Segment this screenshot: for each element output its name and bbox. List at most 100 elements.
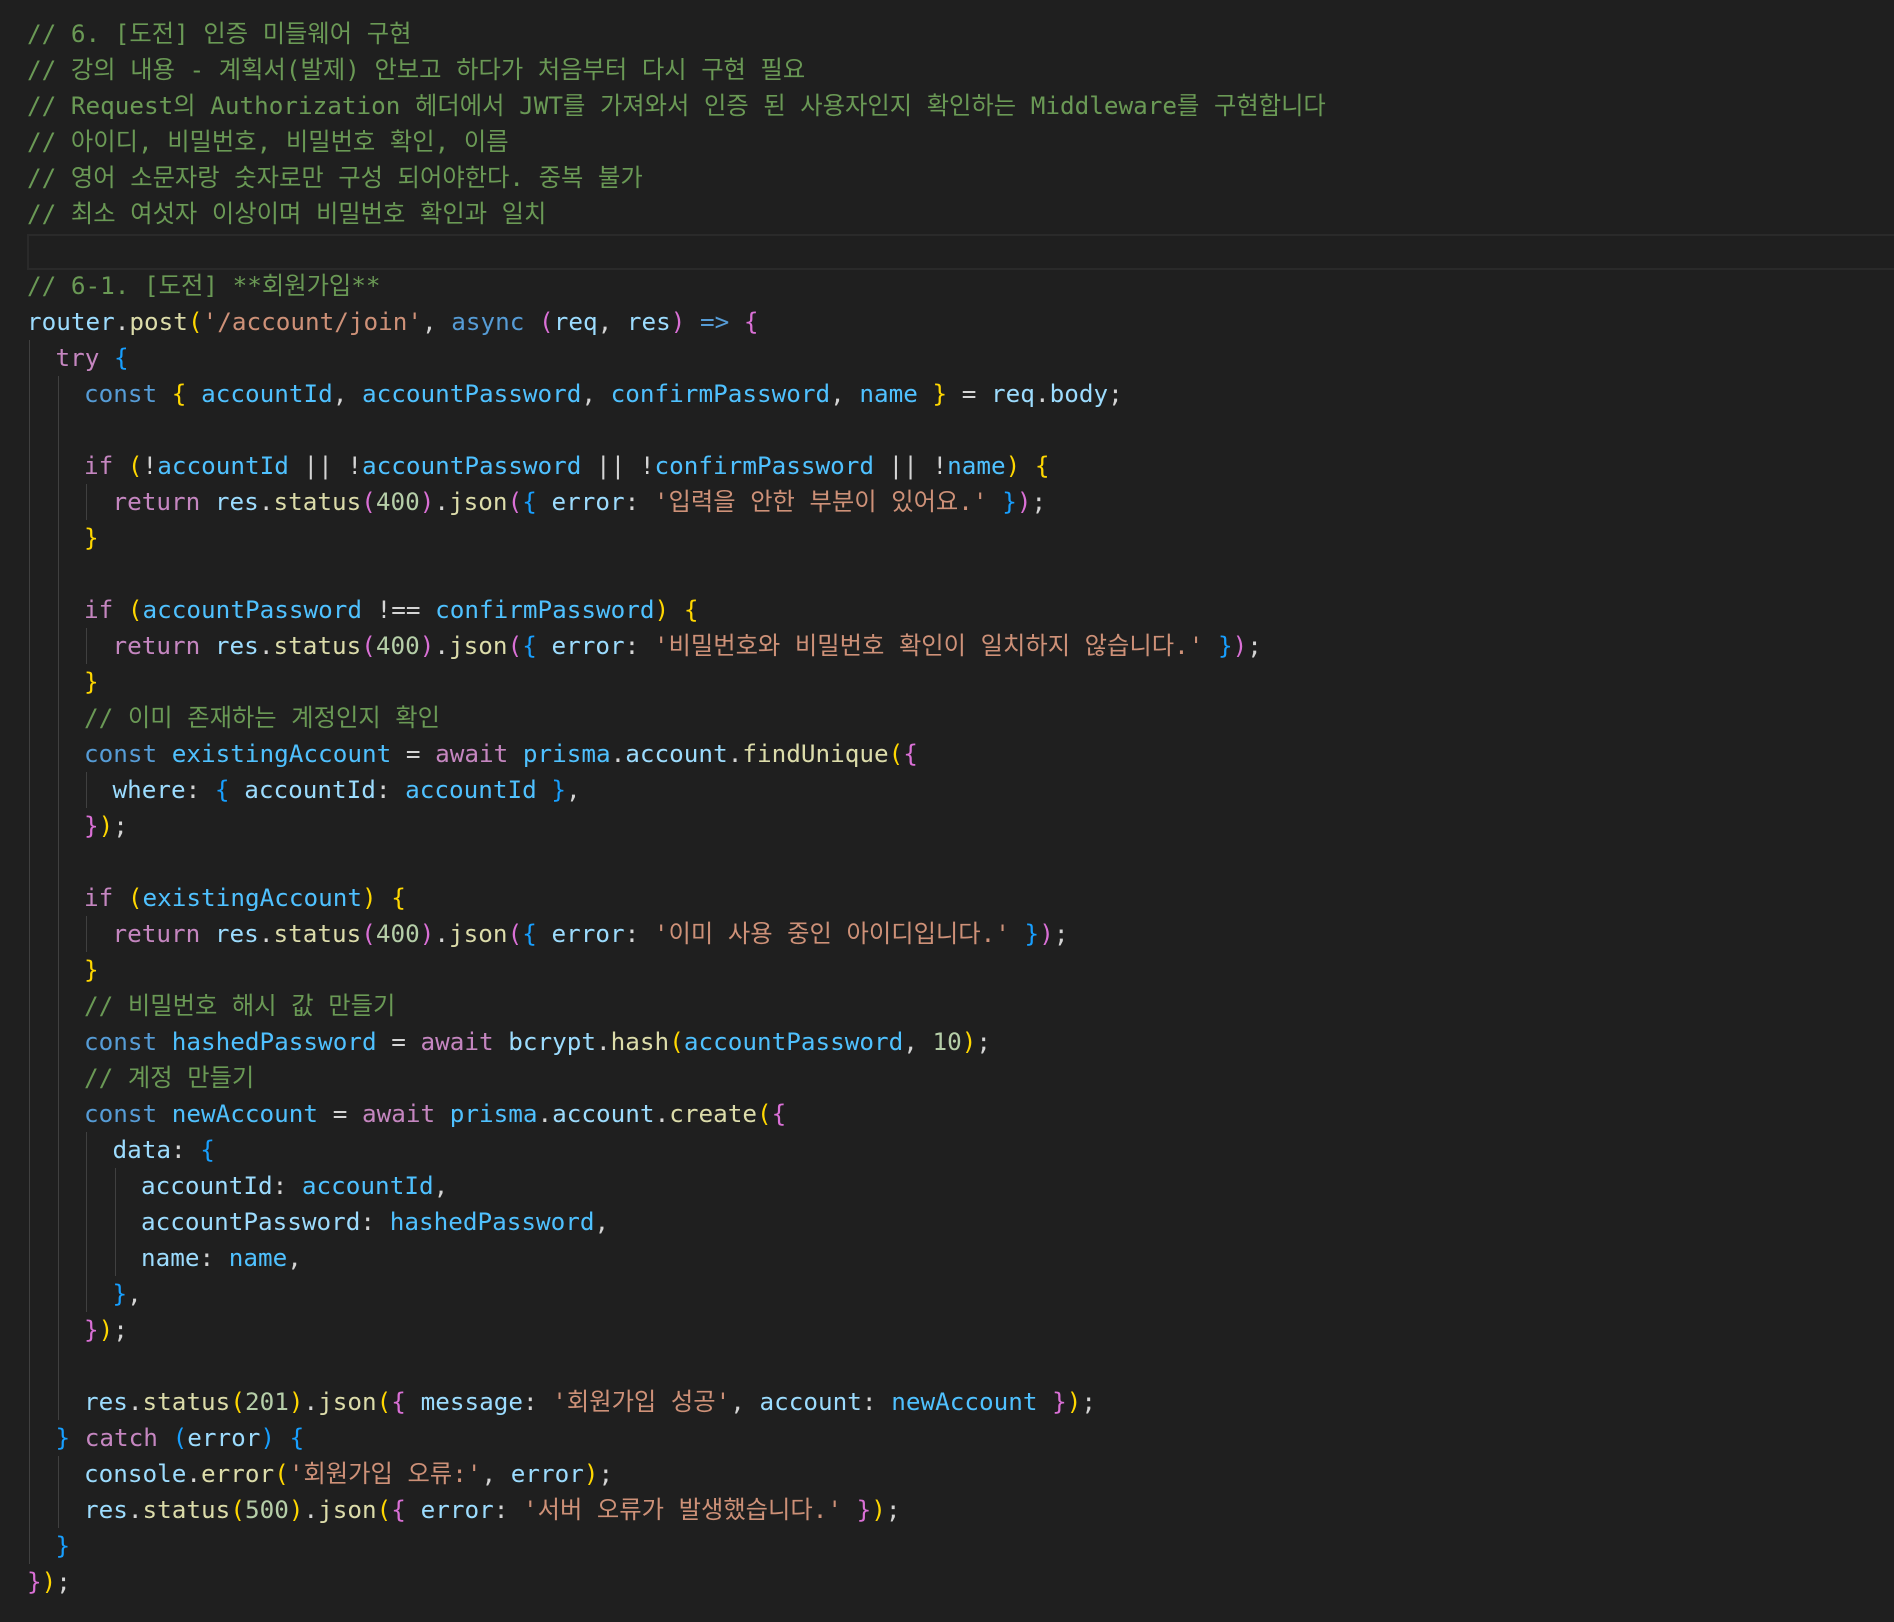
code-line[interactable]: // 아이디, 비밀번호, 비밀번호 확인, 이름 — [0, 124, 509, 160]
code-line[interactable]: if (existingAccount) { — [0, 880, 406, 916]
code-token: status — [142, 1387, 231, 1416]
code-token: } — [932, 379, 948, 408]
code-token: , — [433, 1171, 449, 1200]
code-token: res — [214, 631, 259, 660]
code-token: : — [624, 919, 654, 948]
code-token: body — [1049, 379, 1109, 408]
code-line[interactable]: // 강의 내용 - 계획서(발제) 안보고 하다가 처음부터 다시 구현 필요 — [0, 52, 805, 88]
code-token: ; — [1247, 631, 1262, 660]
code-token: ( — [127, 595, 143, 624]
code-token: status — [273, 487, 362, 516]
code-token: ) — [1016, 487, 1032, 516]
code-editor[interactable]: // 6. [도전] 인증 미들웨어 구현 // 강의 내용 - 계획서(발제) … — [0, 0, 1894, 1622]
code-token: : — [522, 1387, 553, 1416]
code-token: if — [84, 883, 114, 912]
code-token: , — [332, 379, 362, 408]
code-token: router — [27, 307, 115, 336]
code-line[interactable]: data: { — [0, 1132, 215, 1168]
code-line[interactable]: }); — [0, 1312, 128, 1348]
code-token: error — [201, 1459, 275, 1488]
code-line[interactable]: // 영어 소문자랑 숫자로만 구성 되어야한다. 중복 불가 — [0, 160, 643, 196]
code-token: ) — [419, 487, 435, 516]
code-line[interactable]: return res.status(400).json({ error: '비밀… — [0, 628, 1262, 664]
code-line[interactable]: res.status(201).json({ message: '회원가입 성공… — [0, 1384, 1096, 1420]
code-token: accountPassword — [683, 1027, 904, 1056]
code-line[interactable]: } — [0, 664, 99, 700]
code-token: accountPassword — [142, 595, 362, 624]
code-token: ( — [507, 487, 523, 516]
code-line[interactable]: }, — [0, 1276, 142, 1312]
code-line[interactable] — [0, 232, 27, 268]
code-token: , — [287, 1243, 302, 1272]
code-token: . — [303, 1495, 319, 1524]
code-line[interactable]: const newAccount = await prisma.account.… — [0, 1096, 786, 1132]
code-line[interactable]: accountId: accountId, — [0, 1168, 448, 1204]
code-line[interactable]: // 6-1. [도전] **회원가입** — [0, 268, 381, 304]
code-token: } — [112, 1279, 128, 1308]
code-line[interactable]: } — [0, 520, 99, 556]
code-line[interactable]: // 비밀번호 해시 값 만들기 — [0, 988, 395, 1024]
code-token: '회원가입 오류:' — [288, 1459, 482, 1488]
code-line[interactable]: // Request의 Authorization 헤더에서 JWT를 가져와서… — [0, 88, 1326, 124]
code-token: ; — [598, 1459, 614, 1488]
code-line[interactable]: // 최소 여섯자 이상이며 비밀번호 확인과 일치 — [0, 196, 546, 232]
code-line[interactable]: where: { accountId: accountId }, — [0, 772, 581, 808]
code-line[interactable]: accountPassword: hashedPassword, — [0, 1204, 609, 1240]
code-token: // 6. [도전] 인증 미들웨어 구현 — [27, 19, 412, 48]
code-token: accountPassword — [141, 1207, 361, 1236]
code-token: , — [422, 307, 452, 336]
code-token: ( — [274, 1459, 289, 1488]
code-token: : — [493, 1495, 523, 1524]
code-token: : — [861, 1387, 892, 1416]
code-line[interactable]: // 이미 존재하는 계정인지 확인 — [0, 700, 440, 736]
current-line-highlight — [27, 234, 1894, 270]
code-token: } — [856, 1495, 872, 1524]
code-line[interactable]: const hashedPassword = await bcrypt.hash… — [0, 1024, 991, 1060]
code-token: } — [1024, 919, 1040, 948]
code-token: ) — [288, 1495, 304, 1524]
code-line[interactable]: } — [0, 1528, 71, 1564]
code-token: confirmPassword — [435, 595, 655, 624]
code-line[interactable] — [0, 412, 27, 448]
code-token: 400 — [375, 919, 420, 948]
code-line[interactable]: if (!accountId || !accountPassword || !c… — [0, 448, 1050, 484]
code-line[interactable]: if (accountPassword !== confirmPassword)… — [0, 592, 698, 628]
code-line[interactable]: return res.status(400).json({ error: '입력… — [0, 484, 1047, 520]
code-line[interactable]: router.post('/account/join', async (req,… — [0, 304, 759, 340]
code-line[interactable]: // 계정 만들기 — [0, 1060, 254, 1096]
code-line[interactable]: } — [0, 952, 99, 988]
code-line[interactable]: name: name, — [0, 1240, 302, 1276]
code-line[interactable]: const { accountId, accountPassword, conf… — [0, 376, 1123, 412]
code-token: status — [273, 631, 362, 660]
code-token: where — [112, 775, 186, 804]
code-line[interactable]: res.status(500).json({ error: '서버 오류가 발생… — [0, 1492, 901, 1528]
code-line[interactable]: // 6. [도전] 인증 미들웨어 구현 — [0, 16, 411, 52]
code-token: // 영어 소문자랑 숫자로만 구성 되어야한다. 중복 불가 — [27, 163, 643, 192]
code-token: ) — [1232, 631, 1248, 660]
code-token: accountId — [301, 1171, 434, 1200]
code-token: { — [771, 1099, 787, 1128]
code-token: return — [112, 919, 201, 948]
code-line[interactable]: } catch (error) { — [0, 1420, 305, 1456]
code-line[interactable] — [0, 1348, 27, 1384]
code-line[interactable]: }); — [0, 808, 128, 844]
code-token: : — [375, 775, 406, 804]
code-line[interactable]: const existingAccount = await prisma.acc… — [0, 736, 918, 772]
code-line[interactable]: console.error('회원가입 오류:', error); — [0, 1456, 613, 1492]
code-line[interactable]: }); — [0, 1564, 71, 1600]
code-line[interactable]: try { — [0, 340, 129, 376]
code-line[interactable] — [0, 556, 27, 592]
code-token: . — [434, 487, 450, 516]
code-line[interactable]: return res.status(400).json({ error: '이미… — [0, 916, 1069, 952]
code-token: ( — [507, 919, 523, 948]
code-line[interactable] — [0, 844, 27, 880]
code-token: 201 — [244, 1387, 289, 1416]
code-token: const — [84, 379, 158, 408]
code-token: const — [84, 1099, 158, 1128]
